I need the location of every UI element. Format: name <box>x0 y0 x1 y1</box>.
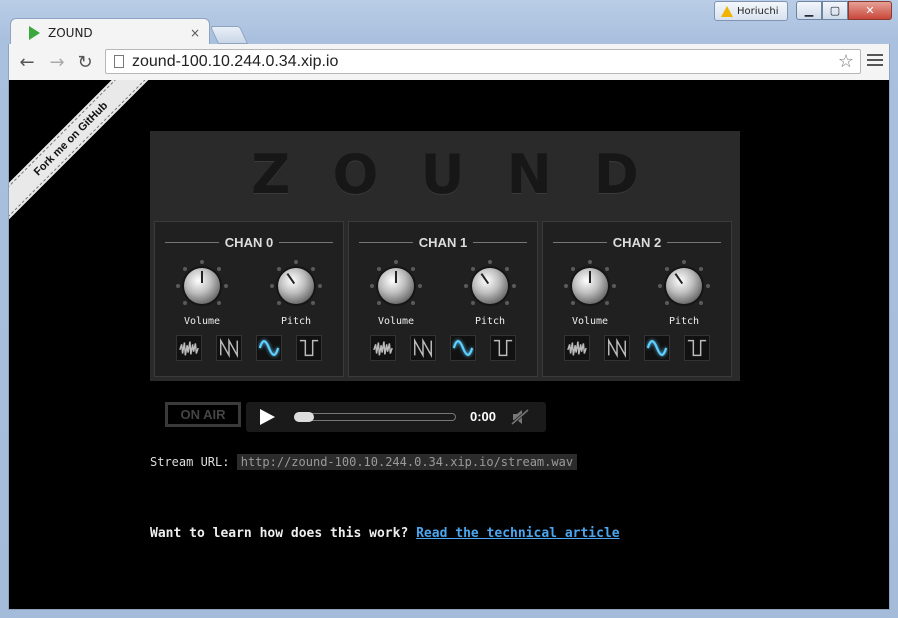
channel-header: CHAN 1 <box>359 235 527 250</box>
sine-wave-button[interactable] <box>256 335 282 361</box>
volume-label: Volume <box>571 316 609 327</box>
browser-window: Horiuchi ▁ ▢ ✕ ZOUND × ← → ↻ zound-100.1… <box>0 0 898 618</box>
technical-article-link[interactable]: Read the technical article <box>416 526 620 541</box>
logo-letter: O <box>332 142 379 206</box>
menu-icon[interactable] <box>867 52 883 68</box>
volume-label: Volume <box>183 316 221 327</box>
sawtooth-wave-button[interactable] <box>604 335 630 361</box>
noise-wave-button[interactable] <box>370 335 396 361</box>
pitch-label: Pitch <box>474 316 506 327</box>
pitch-knob[interactable] <box>270 260 322 312</box>
channel-name: CHAN 1 <box>418 235 468 250</box>
volume-knob[interactable] <box>564 260 616 312</box>
stream-url[interactable]: http://zound-100.10.244.0.34.xip.io/stre… <box>236 454 578 470</box>
sine-icon <box>646 340 668 356</box>
fork-ribbon[interactable]: Fork me on GitHub <box>9 80 158 226</box>
channel-name: CHAN 0 <box>224 235 274 250</box>
channel-header: CHAN 0 <box>165 235 333 250</box>
favicon-play-icon <box>29 25 40 40</box>
address-bar[interactable]: zound-100.10.244.0.34.xip.io ☆ <box>105 49 861 74</box>
volume-knob[interactable] <box>370 260 422 312</box>
noise-icon <box>373 341 393 356</box>
seek-bar[interactable] <box>294 412 456 422</box>
on-air-indicator: ON AIR <box>165 402 241 427</box>
waveform-selector <box>349 335 537 361</box>
page-viewport: Fork me on GitHub Z O U N D CHAN 0 Volum… <box>8 80 890 610</box>
pitch-label: Pitch <box>668 316 700 327</box>
pitch-knob[interactable] <box>464 260 516 312</box>
profile-name: Horiuchi <box>737 5 779 17</box>
channel-1: CHAN 1 Volume Pitch <box>348 221 538 377</box>
time-display: 0:00 <box>470 409 497 424</box>
square-wave-button[interactable] <box>490 335 516 361</box>
noise-icon <box>179 341 199 356</box>
synth-panel: Z O U N D CHAN 0 Volume Pitch CHAN 1 Vol… <box>150 131 740 381</box>
square-wave-button[interactable] <box>684 335 710 361</box>
noise-wave-button[interactable] <box>564 335 590 361</box>
square-icon <box>493 339 513 357</box>
bookmark-star-icon[interactable]: ☆ <box>838 51 854 72</box>
channel-0: CHAN 0 Volume Pitch <box>154 221 344 377</box>
square-icon <box>299 339 319 357</box>
sawtooth-icon <box>414 337 432 359</box>
logo-letter: D <box>594 142 639 206</box>
mute-icon[interactable] <box>511 409 529 425</box>
tab-zound[interactable]: ZOUND × <box>10 18 210 46</box>
seek-thumb[interactable] <box>294 412 314 422</box>
logo-letter: Z <box>251 142 291 206</box>
noise-wave-button[interactable] <box>176 335 202 361</box>
channel-header: CHAN 2 <box>553 235 721 250</box>
square-wave-button[interactable] <box>296 335 322 361</box>
sawtooth-icon <box>220 337 238 359</box>
logo: Z O U N D <box>150 131 740 217</box>
back-button[interactable]: ← <box>15 50 39 74</box>
waveform-selector <box>155 335 343 361</box>
new-tab-button[interactable] <box>209 26 249 44</box>
channel-name: CHAN 2 <box>612 235 662 250</box>
tab-close-icon[interactable]: × <box>187 26 203 40</box>
logo-letter: N <box>506 142 552 206</box>
volume-knob[interactable] <box>176 260 228 312</box>
waveform-selector <box>543 335 731 361</box>
stream-label: Stream URL: <box>150 455 230 469</box>
pitch-knob[interactable] <box>658 260 710 312</box>
play-icon[interactable] <box>260 409 275 425</box>
audio-player: 0:00 <box>246 402 546 432</box>
browser-toolbar: ← → ↻ zound-100.10.244.0.34.xip.io ☆ <box>8 44 890 80</box>
sine-wave-button[interactable] <box>644 335 670 361</box>
warning-icon <box>721 5 733 17</box>
sawtooth-icon <box>608 337 626 359</box>
stream-url-row: Stream URL: http://zound-100.10.244.0.34… <box>150 454 578 470</box>
channels: CHAN 0 Volume Pitch CHAN 1 Volume Pitch … <box>150 217 740 377</box>
tab-title: ZOUND <box>48 25 93 40</box>
reload-button[interactable]: ↻ <box>73 50 97 74</box>
sawtooth-wave-button[interactable] <box>216 335 242 361</box>
tab-strip: ZOUND × <box>10 16 890 46</box>
learn-text: Want to learn how does this work? <box>150 526 409 541</box>
forward-button[interactable]: → <box>45 50 69 74</box>
sine-icon <box>258 340 280 356</box>
square-icon <box>687 339 707 357</box>
noise-icon <box>567 341 587 356</box>
channel-2: CHAN 2 Volume Pitch <box>542 221 732 377</box>
sawtooth-wave-button[interactable] <box>410 335 436 361</box>
pitch-label: Pitch <box>280 316 312 327</box>
volume-label: Volume <box>377 316 415 327</box>
url-text[interactable]: zound-100.10.244.0.34.xip.io <box>132 53 838 71</box>
learn-row: Want to learn how does this work? Read t… <box>150 526 620 541</box>
sine-wave-button[interactable] <box>450 335 476 361</box>
logo-letter: U <box>420 142 465 206</box>
sine-icon <box>452 340 474 356</box>
page-icon <box>114 55 124 68</box>
